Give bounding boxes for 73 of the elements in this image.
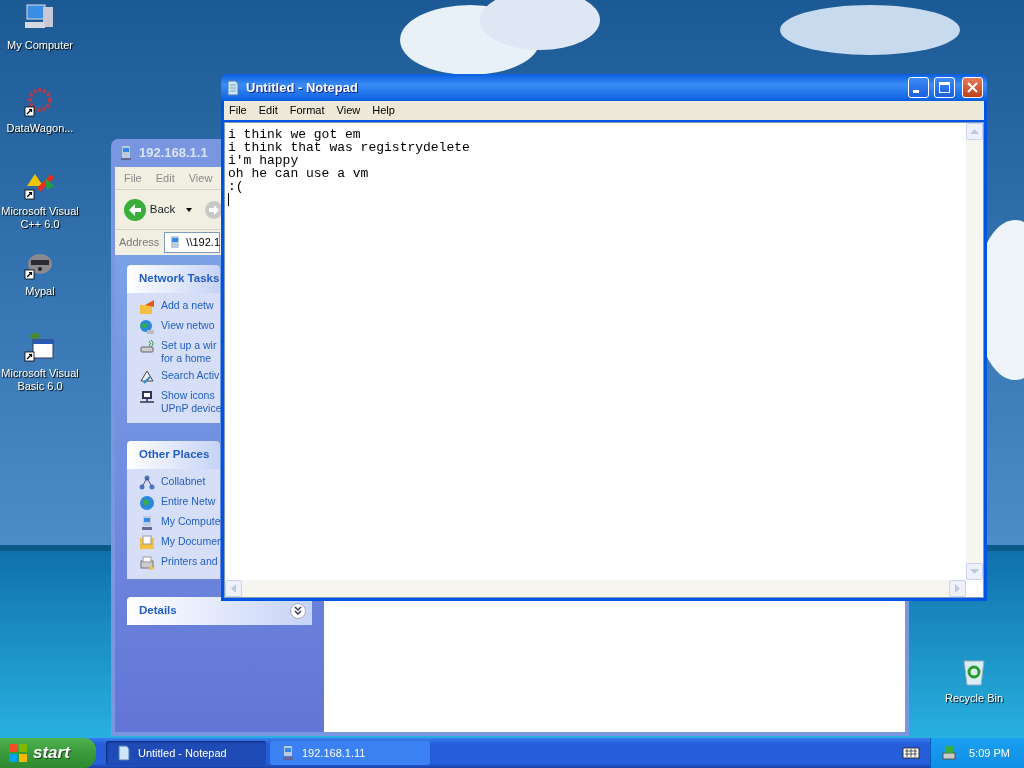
scroll-right-button[interactable] — [949, 580, 966, 597]
vertical-scrollbar[interactable] — [966, 123, 983, 580]
icon-label[interactable]: Recycle Bin — [944, 692, 1004, 705]
right-arrow-icon — [954, 584, 961, 593]
taskbar-button[interactable]: 192.168.1.11 — [270, 741, 430, 765]
clock: 5:09 PM — [969, 745, 1010, 761]
down-arrow-icon — [970, 568, 979, 575]
task-link[interactable]: Printers and — [161, 555, 218, 568]
notepad-icon — [225, 79, 241, 96]
network-computer-icon — [280, 745, 296, 761]
horizontal-scrollbar[interactable] — [225, 580, 966, 597]
close-button[interactable] — [962, 77, 983, 98]
taskbar-button[interactable]: Untitled - Notepad — [106, 741, 266, 765]
icon-label[interactable]: Mypal — [25, 285, 55, 298]
address-label: Address — [119, 235, 160, 251]
minimize-icon — [913, 90, 919, 93]
window-title: 192.168.1.1 — [139, 144, 208, 163]
keyboard-icon — [902, 745, 920, 761]
scroll-down-button[interactable] — [966, 563, 983, 580]
back-button[interactable]: Back — [123, 197, 176, 222]
maximize-button[interactable] — [934, 77, 955, 98]
menu-item[interactable]: Edit — [155, 169, 175, 187]
search-icon — [139, 369, 155, 385]
task-link[interactable]: Add a netw — [161, 299, 214, 312]
folder-icon — [139, 535, 155, 551]
close-icon — [967, 82, 978, 93]
network-icon — [139, 475, 155, 491]
task-link[interactable]: View netwo — [161, 319, 215, 332]
icon-label[interactable]: Microsoft Visual Basic 6.0 — [0, 367, 80, 393]
notepad-icon — [116, 745, 132, 761]
menu-item[interactable]: View — [336, 102, 361, 119]
icon-label[interactable]: DataWagon... — [6, 122, 74, 135]
menu-item[interactable]: Format — [289, 102, 325, 119]
panel-title: Other Places — [139, 447, 210, 463]
up-arrow-icon — [970, 128, 979, 135]
globe-icon — [139, 495, 155, 511]
menu-item[interactable]: Edit — [258, 102, 278, 119]
maximize-icon — [939, 82, 950, 93]
window-title: Untitled - Notepad — [246, 78, 359, 97]
address-field[interactable]: \\192.1 — [164, 232, 221, 253]
network-computer-icon — [118, 145, 134, 161]
network-icon[interactable] — [941, 745, 957, 761]
caret-icon — [185, 205, 194, 214]
folder-icon — [139, 299, 155, 315]
device-icon — [139, 389, 155, 405]
task-link[interactable]: Collabnet — [161, 475, 206, 488]
left-arrow-icon — [230, 584, 237, 593]
panel-header[interactable]: Network Tasks — [127, 265, 220, 293]
start-button[interactable]: start — [0, 738, 96, 768]
computer-icon — [139, 515, 155, 531]
text-caret — [228, 193, 229, 206]
menu-item[interactable]: File — [229, 102, 247, 119]
menu-item[interactable]: Help — [372, 102, 395, 119]
scroll-left-button[interactable] — [225, 580, 242, 597]
menu-item[interactable]: File — [124, 169, 142, 187]
printer-icon — [139, 555, 155, 571]
task-link[interactable]: Show icons UPnP device — [161, 389, 222, 415]
icon-label[interactable]: My Computer — [7, 39, 73, 52]
globe-icon — [139, 319, 155, 335]
panel-header[interactable]: Details — [127, 597, 312, 625]
panel-title: Network Tasks — [139, 271, 220, 287]
task-link[interactable]: Set up a wir for a home — [161, 339, 217, 365]
scroll-up-button[interactable] — [966, 123, 983, 140]
menu-item[interactable]: View — [188, 169, 213, 187]
panel-title: Details — [139, 603, 177, 619]
task-link[interactable]: My Compute — [161, 515, 221, 528]
task-link[interactable]: Entire Netw — [161, 495, 216, 508]
minimize-button[interactable] — [908, 77, 929, 98]
icon-label[interactable]: Microsoft Visual C++ 6.0 — [0, 205, 80, 231]
task-link[interactable]: Search Activ — [161, 369, 220, 382]
wireless-device-icon — [139, 339, 155, 355]
panel-header[interactable]: Other Places — [127, 441, 220, 469]
flag-icon — [8, 743, 28, 763]
